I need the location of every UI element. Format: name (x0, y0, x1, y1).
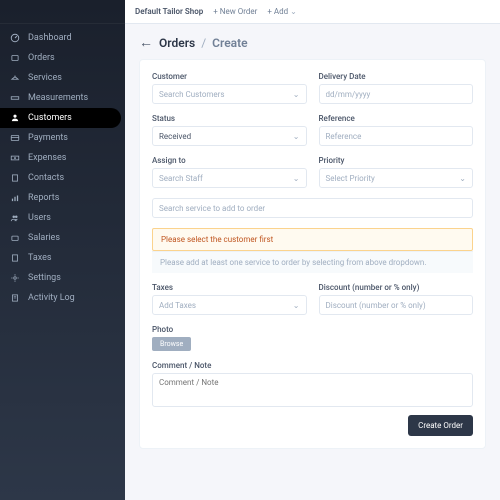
discount-label: Discount (number or % only) (319, 283, 474, 292)
sidebar-item-expenses[interactable]: Expenses (0, 148, 125, 168)
back-arrow-icon[interactable]: ← (139, 34, 153, 51)
sidebar-item-salaries[interactable]: Salaries (0, 228, 125, 248)
gauge-icon (10, 33, 20, 43)
sidebar-item-services[interactable]: Services (0, 68, 125, 88)
warning-alert: Please select the customer first (152, 228, 473, 251)
sidebar-item-label: Measurements (28, 93, 88, 103)
add-dropdown[interactable]: + Add ⌄ (267, 7, 296, 16)
browse-button[interactable]: Browse (152, 337, 191, 351)
sidebar-item-payments[interactable]: Payments (0, 128, 125, 148)
topbar: Default Tailor Shop + New Order + Add ⌄ (125, 0, 500, 24)
sidebar-item-label: Services (28, 73, 62, 83)
breadcrumb-parent[interactable]: Orders (159, 36, 195, 50)
new-order-button[interactable]: + New Order (213, 7, 257, 16)
hanger-icon (10, 73, 20, 83)
chevron-down-icon: ⌄ (290, 7, 297, 16)
user-icon (10, 113, 20, 123)
assign-select[interactable]: Search Staff⌄ (152, 168, 307, 188)
chevron-down-icon: ⌄ (293, 132, 300, 141)
sidebar-item-orders[interactable]: Orders (0, 48, 125, 68)
status-select[interactable]: Received⌄ (152, 126, 307, 146)
customer-select[interactable]: Search Customers⌄ (152, 84, 307, 104)
breadcrumb: ← Orders / Create (139, 34, 486, 51)
cart-icon (10, 53, 20, 63)
chevron-down-icon: ⌄ (293, 301, 300, 310)
logo-area (0, 6, 125, 24)
sidebar: Dashboard Orders Services Measurements C… (0, 0, 125, 500)
receipt-icon (10, 253, 20, 263)
book-icon (10, 173, 20, 183)
sidebar-item-contacts[interactable]: Contacts (0, 168, 125, 188)
assign-label: Assign to (152, 156, 307, 165)
sidebar-item-label: Dashboard (28, 33, 72, 43)
sidebar-item-label: Activity Log (28, 293, 75, 303)
photo-label: Photo (152, 325, 473, 334)
discount-input[interactable] (319, 295, 474, 315)
sidebar-item-users[interactable]: Users (0, 208, 125, 228)
comment-textarea[interactable] (152, 373, 473, 407)
card-icon (10, 133, 20, 143)
priority-label: Priority (319, 156, 474, 165)
ruler-icon (10, 93, 20, 103)
sidebar-item-measurements[interactable]: Measurements (0, 88, 125, 108)
reference-label: Reference (319, 114, 474, 123)
sidebar-item-label: Payments (28, 133, 68, 143)
status-label: Status (152, 114, 307, 123)
sidebar-item-label: Orders (28, 53, 55, 63)
sidebar-item-activity[interactable]: Activity Log (0, 288, 125, 308)
chevron-down-icon: ⌄ (293, 90, 300, 99)
breadcrumb-current: Create (212, 36, 247, 50)
chart-icon (10, 193, 20, 203)
service-search-input[interactable] (152, 198, 473, 218)
delivery-label: Delivery Date (319, 72, 474, 81)
log-icon (10, 293, 20, 303)
shop-name: Default Tailor Shop (135, 7, 203, 16)
money-icon (10, 153, 20, 163)
sidebar-item-settings[interactable]: Settings (0, 268, 125, 288)
sidebar-item-label: Settings (28, 273, 61, 283)
sidebar-item-label: Contacts (28, 173, 64, 183)
priority-select[interactable]: Select Priority⌄ (319, 168, 474, 188)
sidebar-item-label: Users (28, 213, 51, 223)
gear-icon (10, 273, 20, 283)
sidebar-item-label: Customers (28, 113, 72, 123)
sidebar-item-dashboard[interactable]: Dashboard (0, 28, 125, 48)
sidebar-item-label: Reports (28, 193, 59, 203)
taxes-select[interactable]: Add Taxes⌄ (152, 295, 307, 315)
taxes-label: Taxes (152, 283, 307, 292)
create-order-form: Customer Search Customers⌄ Delivery Date… (139, 59, 486, 449)
chevron-down-icon: ⌄ (459, 174, 466, 183)
comment-label: Comment / Note (152, 361, 473, 370)
wallet-icon (10, 233, 20, 243)
sidebar-item-reports[interactable]: Reports (0, 188, 125, 208)
reference-input[interactable] (319, 126, 474, 146)
info-alert: Please add at least one service to order… (152, 251, 473, 273)
sidebar-item-taxes[interactable]: Taxes (0, 248, 125, 268)
customer-label: Customer (152, 72, 307, 81)
breadcrumb-sep: / (201, 36, 206, 50)
sidebar-item-label: Expenses (28, 153, 66, 163)
sidebar-item-label: Salaries (28, 233, 60, 243)
create-order-button[interactable]: Create Order (408, 415, 473, 436)
users-icon (10, 213, 20, 223)
sidebar-item-label: Taxes (28, 253, 52, 263)
chevron-down-icon: ⌄ (293, 174, 300, 183)
delivery-date-input[interactable] (319, 84, 474, 104)
sidebar-item-customers[interactable]: Customers (0, 108, 121, 128)
